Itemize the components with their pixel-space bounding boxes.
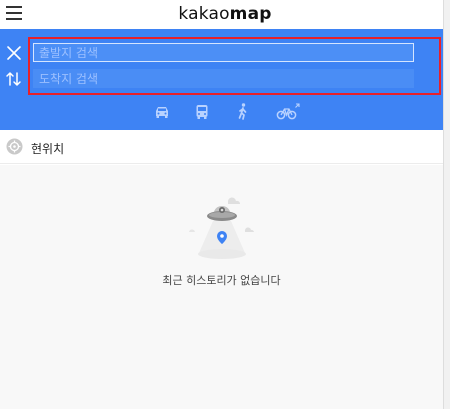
route-search-panel xyxy=(0,29,443,130)
walk-icon[interactable] xyxy=(232,101,254,123)
close-icon[interactable] xyxy=(6,45,22,61)
transport-mode-bar xyxy=(0,101,443,123)
kakaomap-logo: kakaomap xyxy=(0,4,450,24)
logo-text-kakao: kakao xyxy=(178,4,230,24)
empty-history-message: 최근 히스토리가 없습니다 xyxy=(162,274,281,287)
destination-input[interactable] xyxy=(33,69,414,88)
current-location-label: 현위치 xyxy=(31,142,65,156)
swap-icon[interactable] xyxy=(5,70,23,88)
scrollbar[interactable] xyxy=(443,0,450,409)
history-empty-state: 최근 히스토리가 없습니다 xyxy=(0,165,443,409)
car-icon[interactable] xyxy=(151,101,173,123)
current-location-icon xyxy=(6,138,23,155)
bus-icon[interactable] xyxy=(191,101,213,123)
logo-text-map: map xyxy=(229,4,272,24)
current-location-row[interactable]: 현위치 xyxy=(0,130,443,164)
app-header: kakaomap xyxy=(0,0,450,29)
start-location-input[interactable] xyxy=(33,43,414,62)
bike-icon[interactable] xyxy=(275,101,301,123)
ufo-illustration-icon xyxy=(183,195,263,263)
